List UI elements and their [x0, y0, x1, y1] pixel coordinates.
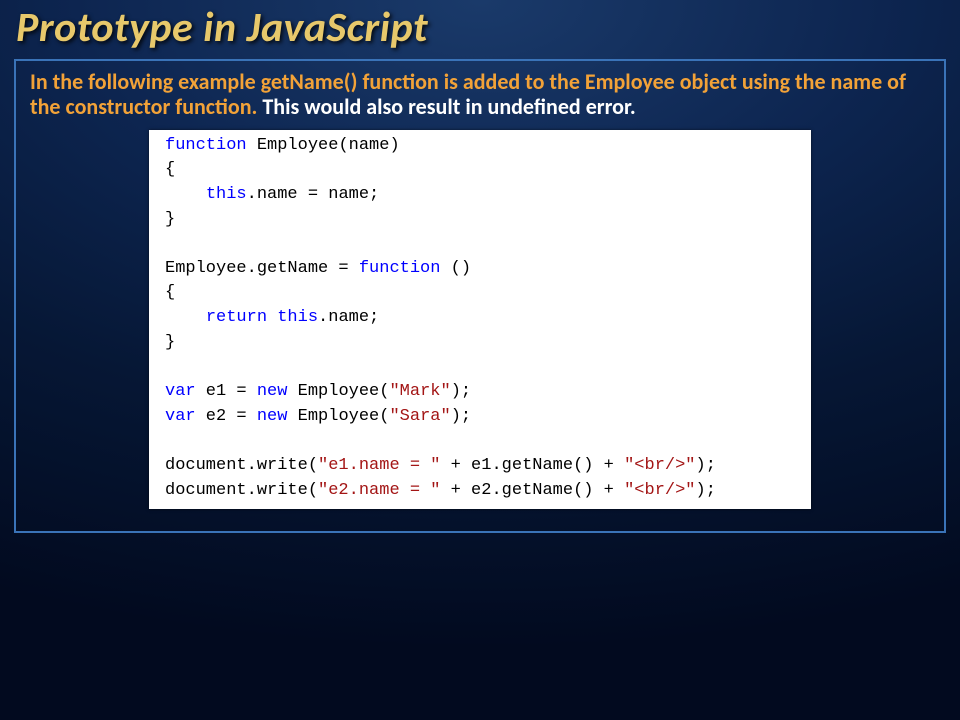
code-text: } [165, 210, 175, 229]
code-keyword: this [206, 185, 247, 204]
code-text: { [165, 160, 175, 179]
code-text: .name = name; [247, 185, 380, 204]
code-keyword: function [165, 136, 247, 155]
code-string: "Mark" [389, 382, 450, 401]
code-block: function Employee(name) { this.name = na… [149, 130, 811, 510]
code-string: "e1.name = " [318, 456, 440, 475]
code-text: Employee.getName = [165, 259, 359, 278]
slide-description: In the following example getName() funct… [30, 69, 930, 120]
content-box: In the following example getName() funct… [14, 59, 946, 533]
slide-title: Prototype in JavaScript [0, 0, 960, 53]
code-string: "<br/>" [624, 481, 695, 500]
code-text: ); [696, 456, 716, 475]
code-text: ); [451, 407, 471, 426]
code-keyword: return [206, 308, 267, 327]
description-rest: This would also result in undefined erro… [257, 93, 635, 120]
code-text [165, 308, 206, 327]
code-text: .name; [318, 308, 379, 327]
code-string: "<br/>" [624, 456, 695, 475]
code-text: { [165, 283, 175, 302]
code-text: () [440, 259, 471, 278]
code-text [165, 185, 206, 204]
slide: Prototype in JavaScript In the following… [0, 0, 960, 720]
code-keyword: var [165, 407, 196, 426]
code-text: Employee( [287, 407, 389, 426]
code-keyword: function [359, 259, 441, 278]
code-keyword: new [257, 382, 288, 401]
code-keyword: new [257, 407, 288, 426]
code-text [267, 308, 277, 327]
code-text: ); [451, 382, 471, 401]
code-text: e2 = [196, 407, 257, 426]
code-text: } [165, 333, 175, 352]
code-text: document.write( [165, 456, 318, 475]
code-text: + e1.getName() + [440, 456, 624, 475]
code-string: "e2.name = " [318, 481, 440, 500]
code-text: Employee(name) [247, 136, 400, 155]
code-text: Employee( [287, 382, 389, 401]
code-text: e1 = [196, 382, 257, 401]
code-keyword: this [277, 308, 318, 327]
code-string: "Sara" [389, 407, 450, 426]
code-text: ); [696, 481, 716, 500]
code-text: + e2.getName() + [440, 481, 624, 500]
code-keyword: var [165, 382, 196, 401]
code-text: document.write( [165, 481, 318, 500]
